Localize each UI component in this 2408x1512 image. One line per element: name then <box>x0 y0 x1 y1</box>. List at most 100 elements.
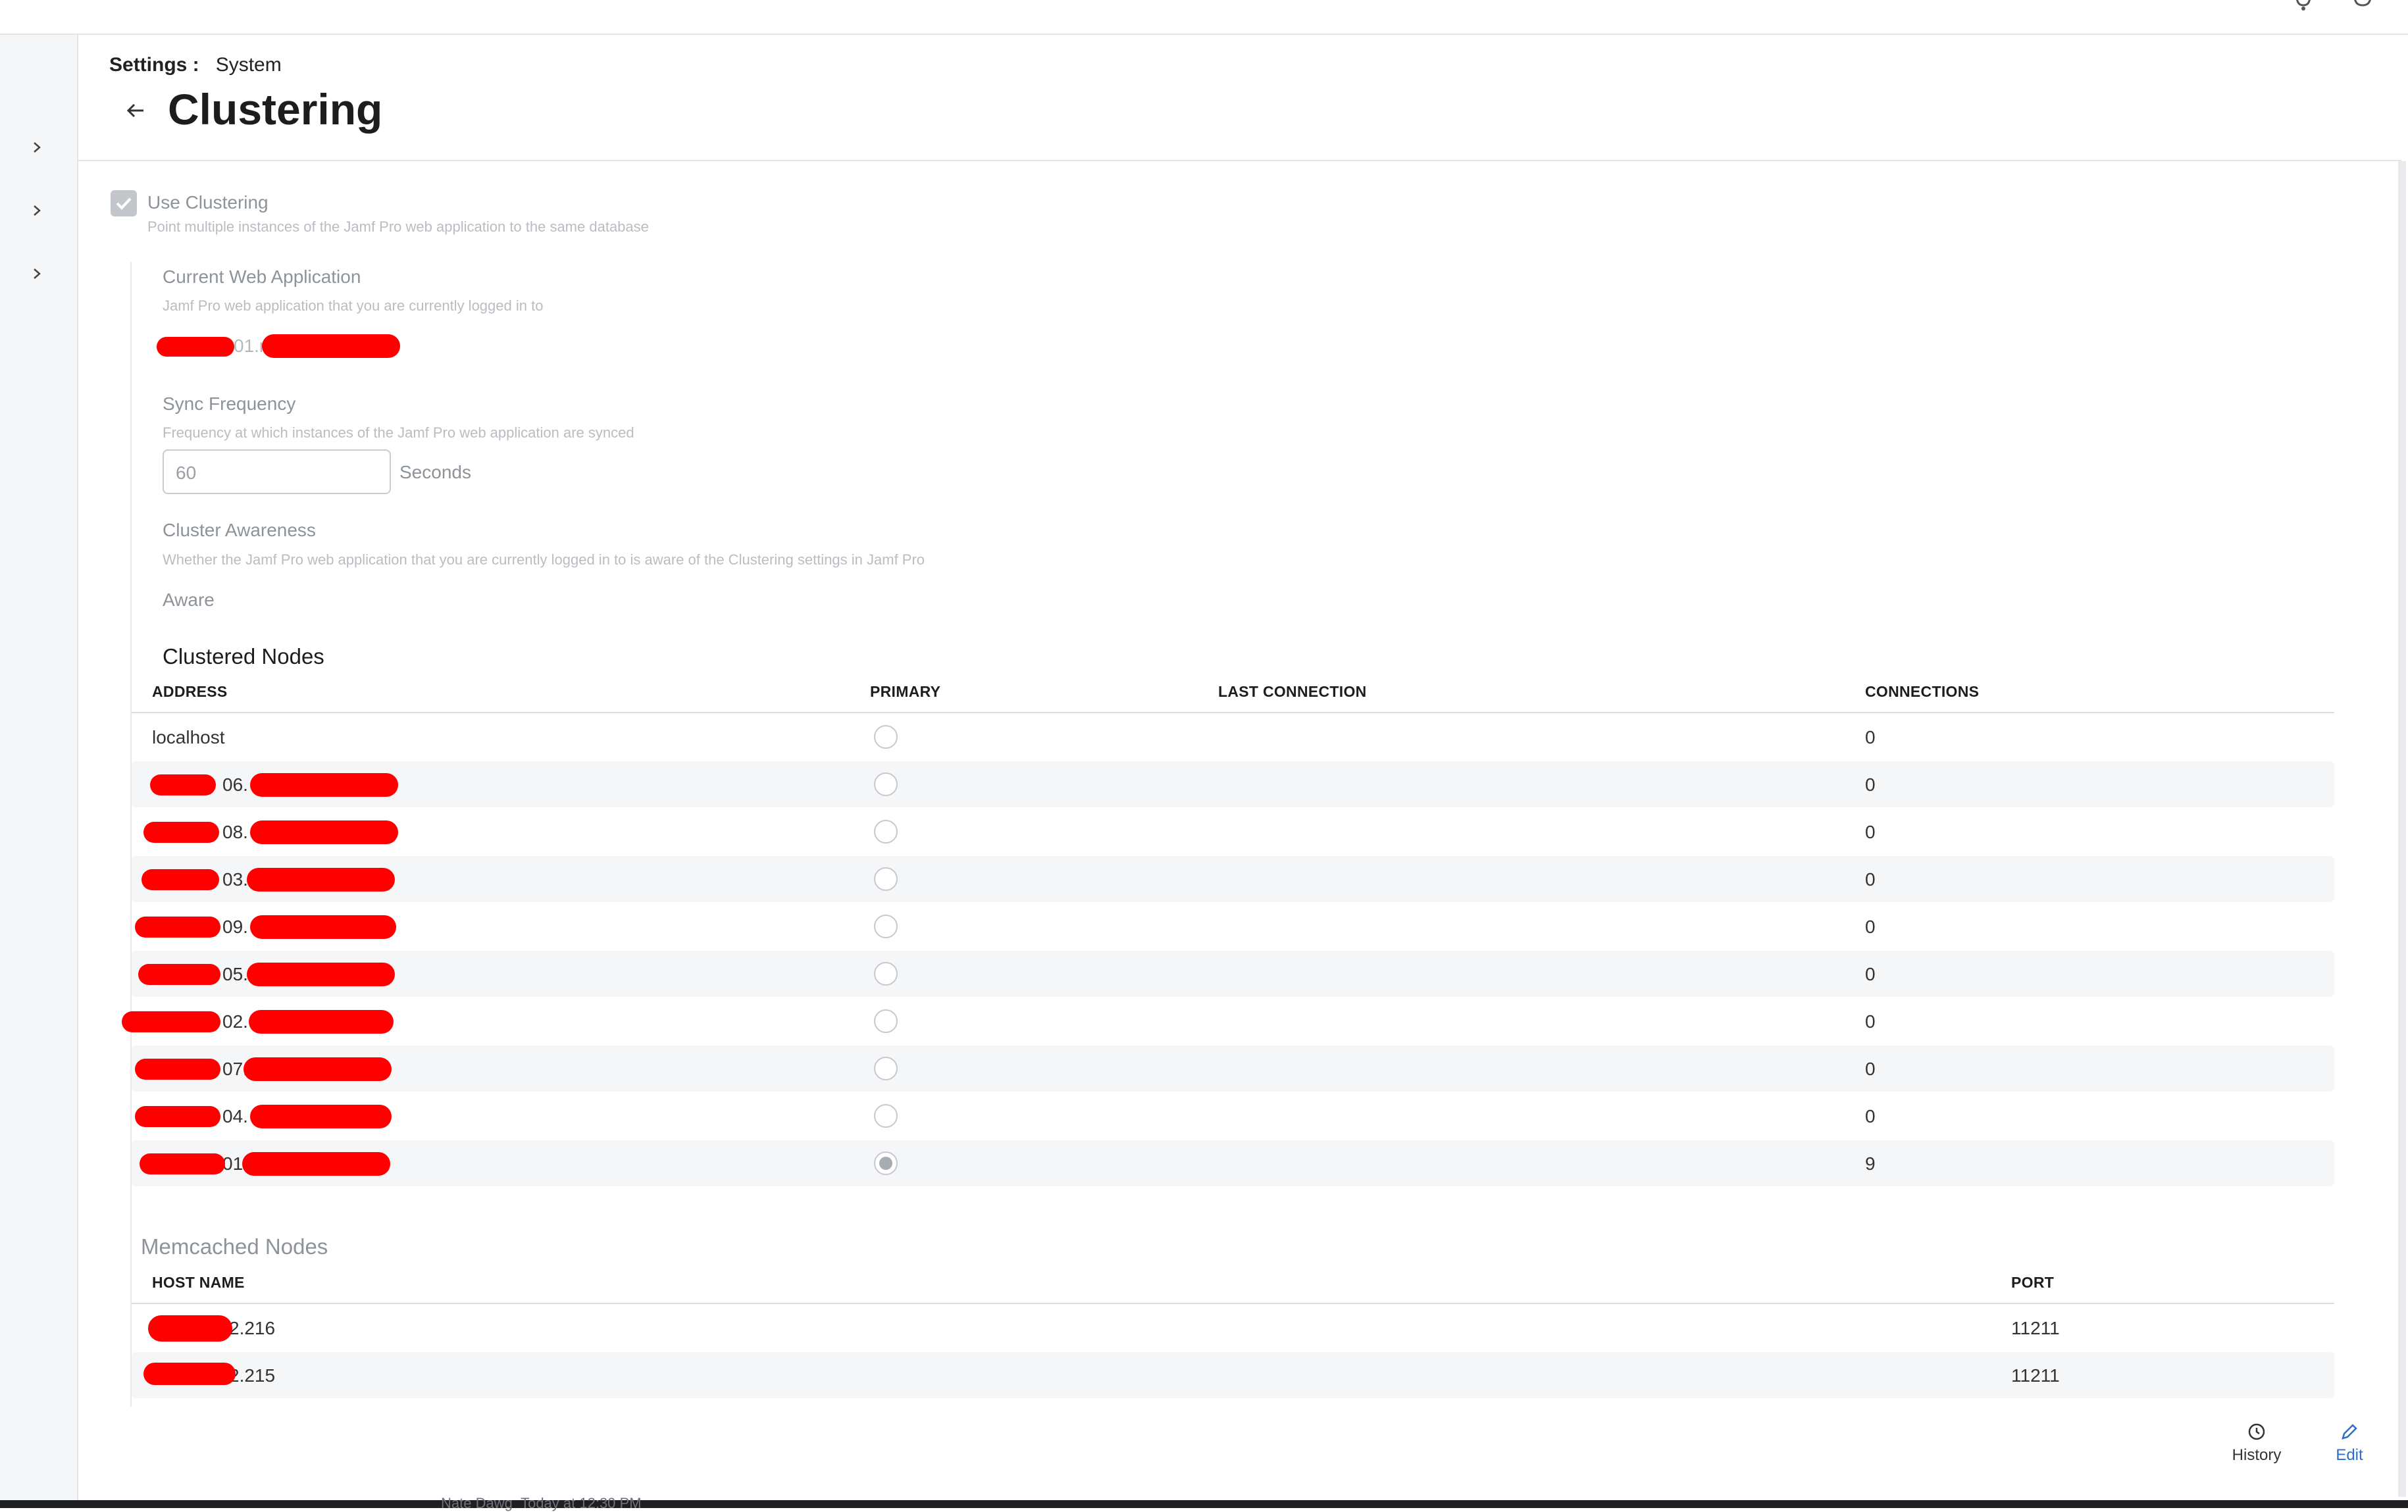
table-row: 08. 0 <box>132 809 2334 855</box>
column-header-address[interactable]: ADDRESS <box>152 683 228 701</box>
table-row: 05. 0 <box>132 951 2334 997</box>
current-web-app-label: Current Web Application <box>163 266 361 287</box>
back-arrow-icon[interactable] <box>122 97 149 124</box>
current-web-app-value: 01.r <box>234 336 266 356</box>
node-connections: 0 <box>1865 1011 1876 1032</box>
table-header-divider <box>132 712 2334 713</box>
redaction-mark <box>141 869 219 890</box>
primary-radio[interactable] <box>874 915 898 938</box>
cluster-awareness-label: Cluster Awareness <box>163 520 316 540</box>
cluster-awareness-description: Whether the Jamf Pro web application tha… <box>163 551 925 568</box>
redaction-mark <box>135 917 220 938</box>
notifications-icon[interactable] <box>2292 0 2315 14</box>
node-address: 05. <box>222 964 248 984</box>
breadcrumb-parent[interactable]: Settings : <box>109 54 199 76</box>
user-icon[interactable] <box>2351 0 2374 14</box>
top-bar <box>0 0 2408 35</box>
chevron-right-icon[interactable] <box>30 266 44 281</box>
column-header-last-connection[interactable]: LAST CONNECTION <box>1218 683 1367 701</box>
redaction-mark <box>247 868 395 892</box>
redaction-mark <box>135 1106 220 1127</box>
primary-radio[interactable] <box>874 962 898 986</box>
column-header-primary[interactable]: PRIMARY <box>870 683 940 701</box>
redaction-mark <box>249 1010 394 1034</box>
table-row: 2.216 11211 <box>132 1305 2334 1351</box>
redaction-mark <box>250 915 396 939</box>
redaction-mark <box>250 1105 392 1128</box>
node-connections: 0 <box>1865 1106 1876 1126</box>
clustered-nodes-title: Clustered Nodes <box>163 644 324 668</box>
memcached-port: 11211 <box>2011 1318 2060 1338</box>
redaction-mark <box>150 774 216 795</box>
table-row: 09. 0 <box>132 903 2334 949</box>
redaction-mark <box>140 1153 225 1174</box>
primary-radio[interactable] <box>874 1104 898 1128</box>
redaction-mark <box>143 1363 236 1385</box>
redaction-mark <box>157 337 234 357</box>
redaction-mark <box>143 822 219 843</box>
pencil-icon <box>2342 1424 2357 1440</box>
history-label: History <box>2232 1446 2282 1464</box>
sync-frequency-description: Frequency at which instances of the Jamf… <box>163 424 634 441</box>
table-row: 04. 0 <box>132 1093 2334 1139</box>
chevron-right-icon[interactable] <box>30 203 44 218</box>
memcached-host-name: 2.215 <box>229 1365 276 1386</box>
checkmark-icon <box>116 197 132 210</box>
node-connections: 0 <box>1865 917 1876 937</box>
chevron-right-icon[interactable] <box>30 140 44 155</box>
column-header-host-name[interactable]: HOST NAME <box>152 1274 245 1292</box>
page-header <box>78 35 2401 161</box>
column-header-connections[interactable]: CONNECTIONS <box>1865 683 1979 701</box>
clock-icon <box>2248 1423 2265 1440</box>
redaction-mark <box>247 963 395 986</box>
primary-radio[interactable] <box>874 1151 898 1175</box>
sync-frequency-value: 60 <box>176 463 197 483</box>
breadcrumb: Settings : System <box>109 54 282 76</box>
memcached-nodes-title: Memcached Nodes <box>141 1234 328 1259</box>
table-row: localhost 0 <box>132 714 2334 760</box>
memcached-port: 11211 <box>2011 1365 2060 1386</box>
node-connections: 0 <box>1865 727 1876 747</box>
table-row: 01. 9 <box>132 1140 2334 1186</box>
sync-frequency-input[interactable]: 60 <box>163 449 391 494</box>
table-row: 03. 0 <box>132 856 2334 902</box>
sync-frequency-unit: Seconds <box>399 462 471 482</box>
primary-radio[interactable] <box>874 1009 898 1033</box>
left-navigation <box>0 35 78 1500</box>
node-connections: 0 <box>1865 869 1876 890</box>
scrollbar[interactable] <box>2398 161 2406 1497</box>
current-web-app-description: Jamf Pro web application that you are cu… <box>163 297 544 314</box>
redaction-mark <box>138 964 220 985</box>
primary-radio[interactable] <box>874 772 898 796</box>
node-address: 08. <box>222 822 248 842</box>
primary-radio[interactable] <box>874 820 898 844</box>
edit-button[interactable]: Edit <box>2323 1421 2376 1465</box>
node-address: 03. <box>222 869 248 890</box>
history-button[interactable]: History <box>2218 1421 2295 1465</box>
sync-frequency-label: Sync Frequency <box>163 393 296 414</box>
redaction-mark <box>242 1152 390 1176</box>
redaction-mark <box>262 334 400 358</box>
node-address: 09. <box>222 917 248 937</box>
node-address: 06. <box>222 774 248 795</box>
redaction-mark <box>243 1057 392 1081</box>
background-window-strip <box>0 1500 2408 1508</box>
breadcrumb-current: System <box>215 54 282 76</box>
table-row: 06. 0 <box>132 761 2334 807</box>
primary-radio[interactable] <box>874 725 898 749</box>
edit-label: Edit <box>2336 1446 2363 1464</box>
cluster-awareness-value: Aware <box>163 590 215 610</box>
node-connections: 0 <box>1865 964 1876 984</box>
redaction-mark <box>122 1011 220 1032</box>
use-clustering-checkbox[interactable] <box>111 190 137 216</box>
primary-radio[interactable] <box>874 867 898 891</box>
page-title: Clustering <box>168 85 383 134</box>
background-message-preview: Nate Dawg Today at 12:30 PM <box>441 1495 642 1511</box>
redaction-mark <box>135 1059 220 1080</box>
memcached-host-name: 2.216 <box>229 1318 276 1338</box>
primary-radio[interactable] <box>874 1057 898 1080</box>
table-row: 07. 0 <box>132 1046 2334 1092</box>
table-row: 02. 0 <box>132 998 2334 1044</box>
node-address: localhost <box>152 727 225 747</box>
column-header-port[interactable]: PORT <box>2011 1274 2054 1292</box>
